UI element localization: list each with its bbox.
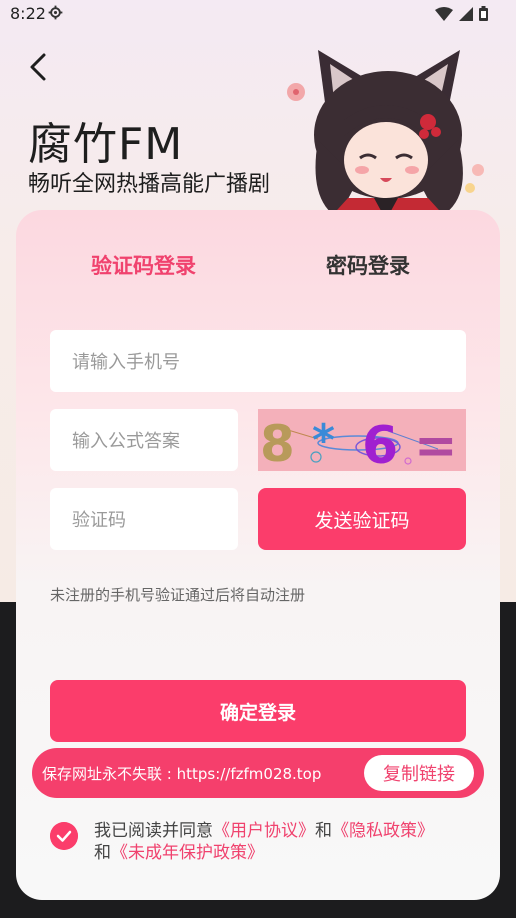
app-title: 腐竹FM	[28, 119, 184, 170]
captcha-digit-2: 6	[362, 416, 398, 471]
privacy-policy-link[interactable]: 《隐私政策》	[332, 821, 434, 841]
back-chevron-icon[interactable]	[22, 50, 56, 84]
copy-link-button[interactable]: 复制链接	[364, 755, 474, 791]
code-placeholder: 验证码	[72, 510, 126, 531]
tab-password-login[interactable]: 密码登录	[326, 250, 410, 280]
captcha-equals: =	[414, 416, 458, 471]
status-time: 8:22	[10, 4, 46, 23]
agreement-text-line2: 和《未成年保护政策》	[94, 838, 264, 863]
captcha-operator: *	[312, 415, 335, 466]
register-hint: 未注册的手机号验证通过后将自动注册	[50, 586, 306, 604]
formula-answer-input[interactable]: 输入公式答案	[50, 409, 238, 471]
status-bar: 8:22	[0, 0, 516, 28]
phone-placeholder: 请输入手机号	[72, 352, 180, 373]
mascot-illustration	[287, 50, 484, 220]
signal-icon	[459, 6, 473, 21]
send-code-button[interactable]: 发送验证码	[258, 488, 466, 550]
battery-icon	[479, 6, 488, 21]
captcha-digit-1: 8	[260, 415, 295, 471]
confirm-login-button[interactable]: 确定登录	[50, 680, 466, 742]
agreement-and-1: 和	[315, 821, 332, 841]
wifi-icon	[435, 6, 453, 21]
save-url-banner: 保存网址永不失联 : https://fzfm028.top 复制链接	[32, 748, 484, 798]
agreement-and-2: 和	[94, 843, 111, 863]
tab-sms-login[interactable]: 验证码登录	[91, 250, 196, 280]
phone-input[interactable]: 请输入手机号	[50, 330, 466, 392]
app-subtitle: 畅听全网热播高能广播剧	[28, 172, 271, 197]
formula-placeholder: 输入公式答案	[72, 431, 180, 452]
save-url-text: 保存网址永不失联 : https://fzfm028.top	[42, 765, 322, 783]
minor-protection-link[interactable]: 《未成年保护政策》	[111, 843, 264, 863]
gear-icon	[48, 5, 63, 20]
login-card: 验证码登录 密码登录 请输入手机号 输入公式答案 8 * 6 = 验证码 发送验…	[16, 210, 500, 900]
captcha-graphic: 8 * 6 =	[260, 415, 458, 471]
captcha-image[interactable]: 8 * 6 =	[258, 409, 466, 471]
verification-code-input[interactable]: 验证码	[50, 488, 238, 550]
agreement-checkbox-icon[interactable]	[50, 822, 78, 850]
